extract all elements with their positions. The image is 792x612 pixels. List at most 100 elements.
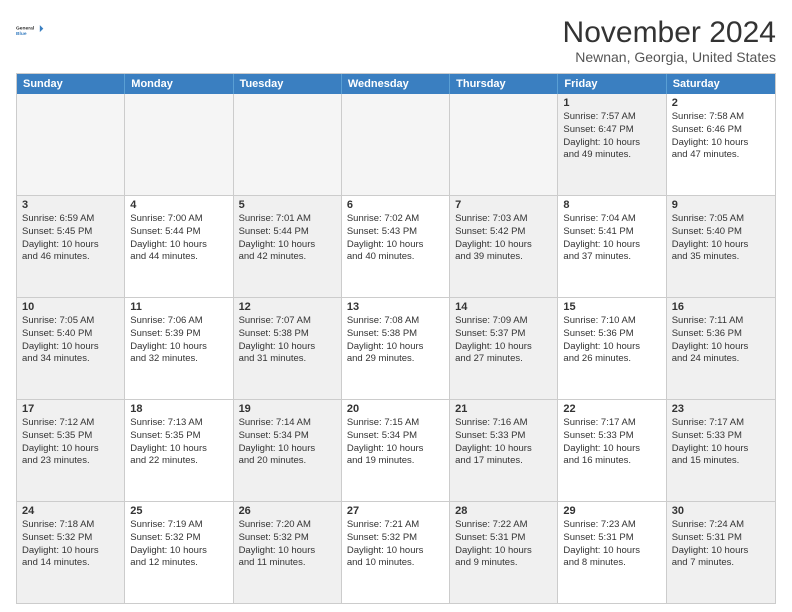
cal-header-cell: Sunday xyxy=(17,74,125,94)
day-info: Sunrise: 7:17 AM Sunset: 5:33 PM Dayligh… xyxy=(563,417,660,468)
day-info: Sunrise: 7:11 AM Sunset: 5:36 PM Dayligh… xyxy=(672,315,770,366)
title-block: November 2024 Newnan, Georgia, United St… xyxy=(563,16,776,65)
calendar-row: 3 Sunrise: 6:59 AM Sunset: 5:45 PM Daylig… xyxy=(17,196,775,298)
day-number: 27 xyxy=(347,505,444,517)
calendar-cell: 26Sunrise: 7:20 AM Sunset: 5:32 PM Dayli… xyxy=(234,502,342,603)
calendar-cell xyxy=(17,94,125,195)
calendar-cell: 14Sunrise: 7:09 AM Sunset: 5:37 PM Dayli… xyxy=(450,298,558,399)
calendar-cell: 8Sunrise: 7:04 AM Sunset: 5:41 PM Daylig… xyxy=(558,196,666,297)
day-info: Sunrise: 7:10 AM Sunset: 5:36 PM Dayligh… xyxy=(563,315,660,366)
calendar-cell: 1Sunrise: 7:57 AM Sunset: 6:47 PM Daylig… xyxy=(558,94,666,195)
calendar-body: 1Sunrise: 7:57 AM Sunset: 6:47 PM Daylig… xyxy=(17,94,775,603)
day-number: 1 xyxy=(563,97,660,109)
day-number: 16 xyxy=(672,301,770,313)
calendar-cell: 2 Sunrise: 7:58 AM Sunset: 6:46 PM Daylig… xyxy=(667,94,775,195)
day-number: 20 xyxy=(347,403,444,415)
cal-header-cell: Friday xyxy=(558,74,666,94)
cal-header-cell: Monday xyxy=(125,74,233,94)
day-number: 23 xyxy=(672,403,770,415)
day-number: 28 xyxy=(455,505,552,517)
day-info: Sunrise: 7:16 AM Sunset: 5:33 PM Dayligh… xyxy=(455,417,552,468)
calendar-cell xyxy=(450,94,558,195)
day-number: 17 xyxy=(22,403,119,415)
day-number: 2 xyxy=(672,97,770,109)
day-number: 29 xyxy=(563,505,660,517)
header: GeneralBlue November 2024 Newnan, Georgi… xyxy=(16,16,776,65)
day-number: 10 xyxy=(22,301,119,313)
cal-header-cell: Saturday xyxy=(667,74,775,94)
svg-text:General: General xyxy=(16,25,35,31)
page: GeneralBlue November 2024 Newnan, Georgi… xyxy=(0,0,792,612)
day-number: 24 xyxy=(22,505,119,517)
calendar-cell: 10Sunrise: 7:05 AM Sunset: 5:40 PM Dayli… xyxy=(17,298,125,399)
day-number: 13 xyxy=(347,301,444,313)
calendar-cell: 28 Sunrise: 7:22 AM Sunset: 5:31 PM Dayli… xyxy=(450,502,558,603)
calendar-cell xyxy=(125,94,233,195)
calendar-row: 10Sunrise: 7:05 AM Sunset: 5:40 PM Dayli… xyxy=(17,298,775,400)
calendar-row: 17 Sunrise: 7:12 AM Sunset: 5:35 PM Dayli… xyxy=(17,400,775,502)
calendar-cell: 9Sunrise: 7:05 AM Sunset: 5:40 PM Daylig… xyxy=(667,196,775,297)
calendar-cell: 16 Sunrise: 7:11 AM Sunset: 5:36 PM Dayli… xyxy=(667,298,775,399)
calendar-cell: 12 Sunrise: 7:07 AM Sunset: 5:38 PM Dayli… xyxy=(234,298,342,399)
day-info: Sunrise: 7:07 AM Sunset: 5:38 PM Dayligh… xyxy=(239,315,336,366)
day-number: 11 xyxy=(130,301,227,313)
calendar-cell: 4Sunrise: 7:00 AM Sunset: 5:44 PM Daylig… xyxy=(125,196,233,297)
calendar-cell: 15 Sunrise: 7:10 AM Sunset: 5:36 PM Dayli… xyxy=(558,298,666,399)
day-info: Sunrise: 7:12 AM Sunset: 5:35 PM Dayligh… xyxy=(22,417,119,468)
day-info: Sunrise: 7:24 AM Sunset: 5:31 PM Dayligh… xyxy=(672,519,770,570)
cal-header-cell: Wednesday xyxy=(342,74,450,94)
day-info: Sunrise: 7:04 AM Sunset: 5:41 PM Dayligh… xyxy=(563,213,660,264)
calendar-cell: 11 Sunrise: 7:06 AM Sunset: 5:39 PM Dayli… xyxy=(125,298,233,399)
day-info: Sunrise: 7:17 AM Sunset: 5:33 PM Dayligh… xyxy=(672,417,770,468)
day-number: 19 xyxy=(239,403,336,415)
day-number: 15 xyxy=(563,301,660,313)
day-info: Sunrise: 7:15 AM Sunset: 5:34 PM Dayligh… xyxy=(347,417,444,468)
day-info: Sunrise: 7:23 AM Sunset: 5:31 PM Dayligh… xyxy=(563,519,660,570)
calendar-cell: 18Sunrise: 7:13 AM Sunset: 5:35 PM Dayli… xyxy=(125,400,233,501)
day-info: Sunrise: 7:02 AM Sunset: 5:43 PM Dayligh… xyxy=(347,213,444,264)
calendar-header: SundayMondayTuesdayWednesdayThursdayFrid… xyxy=(17,74,775,94)
calendar-cell: 24 Sunrise: 7:18 AM Sunset: 5:32 PM Dayli… xyxy=(17,502,125,603)
day-info: Sunrise: 7:05 AM Sunset: 5:40 PM Dayligh… xyxy=(672,213,770,264)
day-info: Sunrise: 7:58 AM Sunset: 6:46 PM Dayligh… xyxy=(672,111,770,162)
day-number: 30 xyxy=(672,505,770,517)
calendar-row: 24 Sunrise: 7:18 AM Sunset: 5:32 PM Dayli… xyxy=(17,502,775,603)
calendar-cell: 30 Sunrise: 7:24 AM Sunset: 5:31 PM Dayli… xyxy=(667,502,775,603)
day-info: Sunrise: 7:09 AM Sunset: 5:37 PM Dayligh… xyxy=(455,315,552,366)
location: Newnan, Georgia, United States xyxy=(563,49,776,65)
day-info: Sunrise: 7:03 AM Sunset: 5:42 PM Dayligh… xyxy=(455,213,552,264)
day-info: Sunrise: 7:19 AM Sunset: 5:32 PM Dayligh… xyxy=(130,519,227,570)
day-info: Sunrise: 7:14 AM Sunset: 5:34 PM Dayligh… xyxy=(239,417,336,468)
day-info: Sunrise: 7:01 AM Sunset: 5:44 PM Dayligh… xyxy=(239,213,336,264)
calendar-cell: 22Sunrise: 7:17 AM Sunset: 5:33 PM Dayli… xyxy=(558,400,666,501)
day-number: 3 xyxy=(22,199,119,211)
calendar-cell xyxy=(234,94,342,195)
day-info: Sunrise: 7:18 AM Sunset: 5:32 PM Dayligh… xyxy=(22,519,119,570)
day-number: 12 xyxy=(239,301,336,313)
calendar-cell: 5Sunrise: 7:01 AM Sunset: 5:44 PM Daylig… xyxy=(234,196,342,297)
calendar-cell xyxy=(342,94,450,195)
logo-icon: GeneralBlue xyxy=(16,16,44,44)
day-number: 25 xyxy=(130,505,227,517)
calendar-cell: 29 Sunrise: 7:23 AM Sunset: 5:31 PM Dayli… xyxy=(558,502,666,603)
cal-header-cell: Thursday xyxy=(450,74,558,94)
day-number: 7 xyxy=(455,199,552,211)
calendar-cell: 27Sunrise: 7:21 AM Sunset: 5:32 PM Dayli… xyxy=(342,502,450,603)
day-number: 6 xyxy=(347,199,444,211)
calendar-cell: 3 Sunrise: 6:59 AM Sunset: 5:45 PM Daylig… xyxy=(17,196,125,297)
calendar-cell: 23 Sunrise: 7:17 AM Sunset: 5:33 PM Dayli… xyxy=(667,400,775,501)
calendar: SundayMondayTuesdayWednesdayThursdayFrid… xyxy=(16,73,776,604)
logo: GeneralBlue xyxy=(16,16,48,44)
calendar-cell: 21Sunrise: 7:16 AM Sunset: 5:33 PM Dayli… xyxy=(450,400,558,501)
day-info: Sunrise: 6:59 AM Sunset: 5:45 PM Dayligh… xyxy=(22,213,119,264)
calendar-cell: 25 Sunrise: 7:19 AM Sunset: 5:32 PM Dayli… xyxy=(125,502,233,603)
day-info: Sunrise: 7:13 AM Sunset: 5:35 PM Dayligh… xyxy=(130,417,227,468)
calendar-cell: 17 Sunrise: 7:12 AM Sunset: 5:35 PM Dayli… xyxy=(17,400,125,501)
calendar-cell: 6 Sunrise: 7:02 AM Sunset: 5:43 PM Daylig… xyxy=(342,196,450,297)
day-info: Sunrise: 7:08 AM Sunset: 5:38 PM Dayligh… xyxy=(347,315,444,366)
calendar-cell: 20 Sunrise: 7:15 AM Sunset: 5:34 PM Dayli… xyxy=(342,400,450,501)
day-number: 4 xyxy=(130,199,227,211)
day-info: Sunrise: 7:06 AM Sunset: 5:39 PM Dayligh… xyxy=(130,315,227,366)
day-info: Sunrise: 7:22 AM Sunset: 5:31 PM Dayligh… xyxy=(455,519,552,570)
calendar-cell: 13 Sunrise: 7:08 AM Sunset: 5:38 PM Dayli… xyxy=(342,298,450,399)
